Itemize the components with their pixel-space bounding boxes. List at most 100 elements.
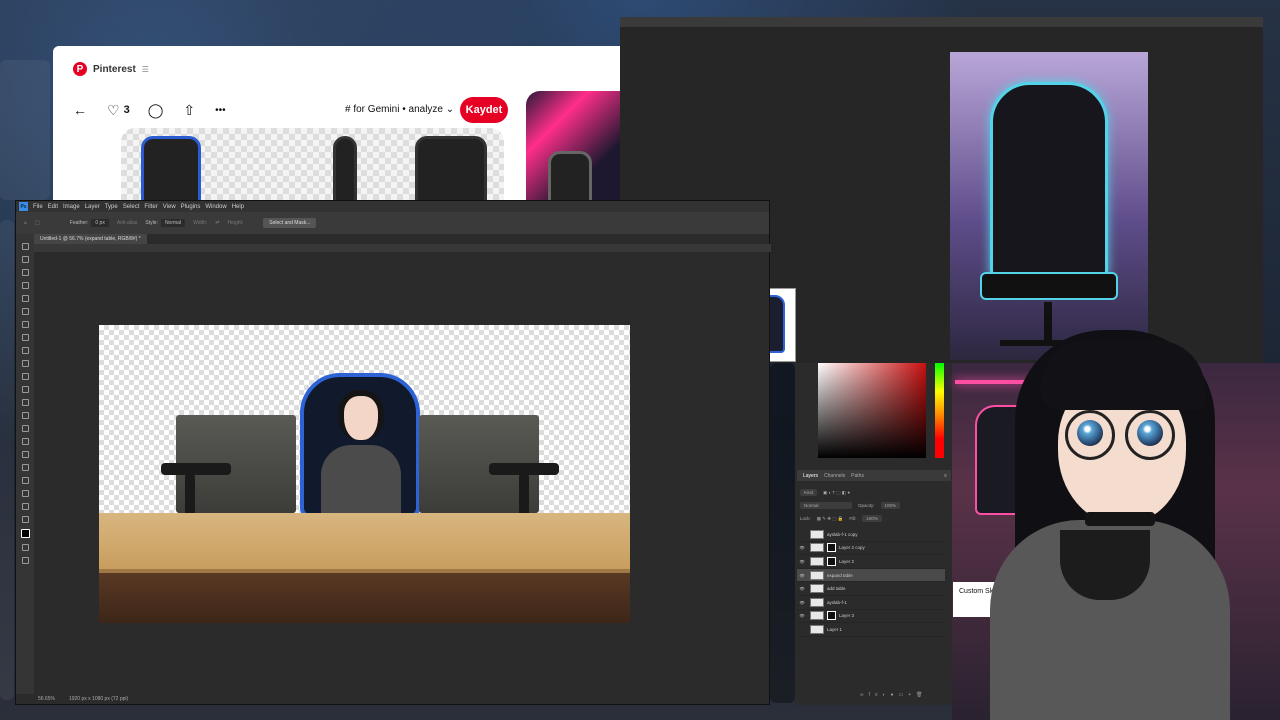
related-pin-image[interactable] xyxy=(526,91,620,206)
layer-row[interactable]: 👁 Layer 3 xyxy=(797,610,945,624)
save-button[interactable]: Kaydet xyxy=(460,97,508,123)
menu-filter[interactable]: Filter xyxy=(144,204,157,210)
pen-tool-icon[interactable] xyxy=(21,438,29,445)
marquee-tool-icon[interactable] xyxy=(21,256,29,263)
layer-mask-thumbnail[interactable] xyxy=(827,556,836,566)
screen-mode-icon[interactable] xyxy=(21,557,29,564)
layer-mask-thumbnail[interactable] xyxy=(827,543,836,553)
style-select[interactable]: Normal xyxy=(160,219,186,227)
height-label: Height: xyxy=(227,220,244,226)
blend-mode-select[interactable]: Normal xyxy=(800,502,852,509)
hamburger-icon[interactable]: ☰ xyxy=(142,65,149,74)
dodge-tool-icon[interactable] xyxy=(21,425,29,432)
document-tab[interactable]: Untitled-1 @ 56.7% (expand table, RGB/8#… xyxy=(34,234,147,244)
magic-wand-tool-icon[interactable] xyxy=(21,282,29,289)
home-icon[interactable]: ⌂ xyxy=(24,220,27,226)
color-picker-field[interactable] xyxy=(818,363,926,458)
history-brush-icon[interactable] xyxy=(21,373,29,380)
quick-mask-icon[interactable] xyxy=(21,544,29,551)
brush-tool-icon[interactable] xyxy=(21,347,29,354)
layer-thumbnail xyxy=(810,570,824,580)
layer-row[interactable]: 👁 ayslab-f-1 xyxy=(797,596,945,610)
frame-tool-icon[interactable] xyxy=(21,308,29,315)
overlay-titlebar xyxy=(620,17,1263,27)
pinterest-header: P Pinterest ☰ xyxy=(73,62,149,76)
document-canvas[interactable] xyxy=(99,325,630,623)
character-body xyxy=(321,445,401,517)
panel-menu-icon[interactable]: ≡ xyxy=(944,473,947,479)
zoom-tool-icon[interactable] xyxy=(21,503,29,510)
more-options-icon[interactable]: ••• xyxy=(215,105,226,116)
menu-window[interactable]: Window xyxy=(205,204,226,210)
shape-tool-icon[interactable] xyxy=(21,477,29,484)
menu-layer[interactable]: Layer xyxy=(85,204,100,210)
width-label: Width: xyxy=(193,220,208,226)
lasso-tool-icon[interactable] xyxy=(21,269,29,276)
foreground-color-swatch[interactable] xyxy=(20,529,30,538)
layer-row[interactable]: ayslab-f-1 copy xyxy=(797,528,945,542)
eraser-tool-icon[interactable] xyxy=(21,386,29,393)
layer-row-active[interactable]: 👁 expand table xyxy=(797,568,945,583)
eye-icon[interactable]: 👁 xyxy=(797,545,807,550)
antialias-checkbox[interactable]: Anti-alias xyxy=(117,220,138,226)
more-tools-icon[interactable] xyxy=(21,516,29,523)
gradient-tool-icon[interactable] xyxy=(21,399,29,406)
zoom-level[interactable]: 56.65% xyxy=(38,696,55,702)
menu-select[interactable]: Select xyxy=(123,204,140,210)
pinterest-window: P Pinterest ☰ ← ♡ 3 ◯ ⇧ ••• # for Gemini… xyxy=(53,46,620,206)
menu-file[interactable]: File xyxy=(33,204,43,210)
layer-filter-row: Kind ▣ ◐ T ⬚ ◧ ● xyxy=(797,486,951,499)
crop-tool-icon[interactable] xyxy=(21,295,29,302)
eyedropper-tool-icon[interactable] xyxy=(21,321,29,328)
like-count: 3 xyxy=(123,104,130,116)
wallpaper-decoration xyxy=(770,363,795,703)
back-arrow-icon[interactable]: ← xyxy=(73,102,87,118)
menu-plugins[interactable]: Plugins xyxy=(181,204,201,210)
layer-row[interactable]: Layer 1 xyxy=(797,623,945,637)
select-and-mask-button[interactable]: Select and Mask... xyxy=(263,218,317,228)
layer-row[interactable]: 👁 Layer 2 xyxy=(797,555,945,569)
tab-paths[interactable]: Paths xyxy=(851,473,864,479)
menu-image[interactable]: Image xyxy=(63,204,80,210)
opacity-input[interactable]: 100% xyxy=(880,502,901,509)
menu-view[interactable]: View xyxy=(163,204,176,210)
healing-tool-icon[interactable] xyxy=(21,334,29,341)
swap-icon[interactable]: ⇄ xyxy=(215,220,219,226)
type-tool-icon[interactable] xyxy=(21,451,29,458)
menu-type[interactable]: Type xyxy=(105,204,118,210)
layer-footer-icons[interactable]: ∞fx◐●▭+🗑 xyxy=(860,692,928,698)
layer-name: Layer 1 xyxy=(827,626,843,632)
share-icon[interactable]: ⇧ xyxy=(183,102,195,119)
eye-icon[interactable]: 👁 xyxy=(797,586,807,591)
filter-icons[interactable]: ▣ ◐ T ⬚ ◧ ● xyxy=(823,490,850,496)
blur-tool-icon[interactable] xyxy=(21,412,29,419)
eye-icon[interactable]: 👁 xyxy=(797,573,807,578)
marquee-tool-icon[interactable]: ⬚ xyxy=(35,220,40,226)
layer-row[interactable]: 👁 Layer 2 copy xyxy=(797,542,945,556)
tab-layers[interactable]: Layers xyxy=(803,473,818,479)
eye-icon[interactable]: 👁 xyxy=(797,613,807,618)
layer-thumbnail xyxy=(810,529,824,539)
layer-name: Layer 2 xyxy=(839,558,855,564)
fill-input[interactable]: 100% xyxy=(862,515,882,522)
stamp-tool-icon[interactable] xyxy=(21,360,29,367)
hue-slider[interactable] xyxy=(935,363,944,458)
feather-input[interactable]: 0 px xyxy=(91,219,109,227)
layer-row[interactable]: 👁 add table xyxy=(797,582,945,596)
lock-icons[interactable]: ▦ ✎ ✥ ⬚ 🔒 xyxy=(817,516,844,522)
layer-mask-thumbnail[interactable] xyxy=(827,611,836,621)
eye-icon[interactable]: 👁 xyxy=(797,559,807,564)
move-tool-icon[interactable] xyxy=(21,243,29,250)
hand-tool-icon[interactable] xyxy=(21,490,29,497)
menu-help[interactable]: Help xyxy=(232,204,244,210)
heart-icon[interactable]: ♡ xyxy=(107,102,120,119)
menu-edit[interactable]: Edit xyxy=(48,204,58,210)
comment-icon[interactable]: ◯ xyxy=(148,102,164,119)
pin-image[interactable] xyxy=(121,128,504,206)
tab-channels[interactable]: Channels xyxy=(824,473,845,479)
board-selector[interactable]: # for Gemini • analyze ⌄ xyxy=(345,104,454,115)
eye-icon[interactable]: 👁 xyxy=(797,600,807,605)
character-head xyxy=(338,390,384,440)
path-select-icon[interactable] xyxy=(21,464,29,471)
kind-filter-select[interactable]: Kind xyxy=(800,489,818,496)
